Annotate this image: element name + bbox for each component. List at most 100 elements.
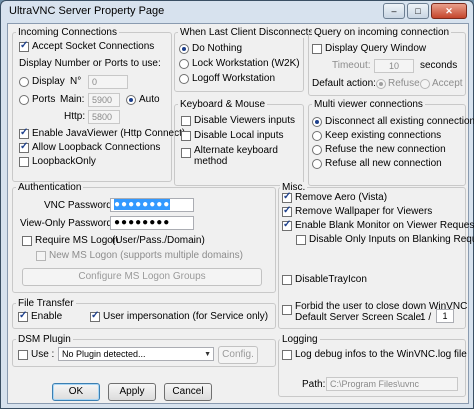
dsm-use-label: Use : <box>31 349 55 360</box>
refuse-label: Refuse <box>388 78 420 89</box>
vnc-password-value: ●●●●●●●● <box>114 199 171 210</box>
window-frame: UltraVNC Server Property Page – □ ✕ Inco… <box>0 0 474 409</box>
default-action-label: Default action: <box>312 78 376 89</box>
authentication-title: Authentication <box>16 182 84 193</box>
display-number-input[interactable]: 0 <box>88 75 128 89</box>
alternate-keyboard-checkbox[interactable] <box>181 148 191 158</box>
log-debug-checkbox[interactable] <box>282 350 292 360</box>
window-title: UltraVNC Server Property Page <box>9 5 165 17</box>
disable-only-inputs-checkbox[interactable] <box>296 235 306 245</box>
ports-radio-label: Ports <box>32 94 56 105</box>
display-number-label: N° <box>70 76 82 87</box>
disable-local-label: Disable Local inputs <box>194 130 284 141</box>
main-port-label: Main: <box>60 94 85 105</box>
disable-viewers-label: Disable Viewers inputs <box>194 115 295 126</box>
loopback-checkbox[interactable] <box>19 141 29 153</box>
refuse-new-radio[interactable] <box>312 145 322 155</box>
disconnect-all-label: Disconnect all existing connections <box>325 116 474 127</box>
ok-button[interactable]: OK <box>52 383 100 401</box>
disable-local-checkbox[interactable] <box>181 131 191 141</box>
blank-monitor-checkbox[interactable] <box>282 219 292 231</box>
javaviewer-label: Enable JavaViewer (Http Connect) <box>32 128 186 139</box>
new-ms-logon-label: New MS Logon (supports multiple domains) <box>49 250 243 261</box>
incoming-connections-title: Incoming Connections <box>16 27 119 38</box>
log-path-label: Path: <box>302 379 326 390</box>
plugin-dropdown[interactable]: No Plugin detected... ▼ <box>58 347 214 361</box>
dsm-use-checkbox[interactable] <box>18 350 28 360</box>
accept-socket-checkbox[interactable] <box>19 40 29 52</box>
property-page: Incoming Connections Accept Socket Conne… <box>7 23 474 404</box>
loopbackonly-checkbox[interactable] <box>19 157 29 167</box>
loopbackonly-label: LoopbackOnly <box>32 156 96 167</box>
http-port-input[interactable]: 5800 <box>88 110 120 124</box>
remove-aero-label: Remove Aero (Vista) <box>295 192 388 203</box>
disable-only-inputs-label: Disable Only Inputs on Blanking Request <box>309 234 474 245</box>
refuse-new-label: Refuse the new connection <box>325 144 446 155</box>
display-radio-label: Display <box>32 76 65 87</box>
keyboard-mouse-title: Keyboard & Mouse <box>178 99 268 110</box>
user-impersonation-checkbox[interactable] <box>90 310 100 322</box>
dsm-plugin-title: DSM Plugin <box>16 334 73 345</box>
ports-radio[interactable] <box>19 95 29 105</box>
close-button[interactable]: ✕ <box>431 3 467 19</box>
display-query-checkbox[interactable] <box>312 44 322 54</box>
display-query-label: Display Query Window <box>325 43 427 54</box>
viewonly-password-input[interactable]: ●●●●●●●● <box>110 216 194 230</box>
refuse-radio[interactable] <box>376 79 386 89</box>
vnc-password-label: VNC Password: <box>44 200 115 211</box>
timeout-input[interactable]: 10 <box>374 59 414 73</box>
file-transfer-enable-checkbox[interactable] <box>18 310 28 322</box>
scale-input[interactable]: 1 <box>436 309 454 323</box>
remove-aero-checkbox[interactable] <box>282 191 292 203</box>
remove-wallpaper-checkbox[interactable] <box>282 205 292 217</box>
disconnect-title: When Last Client Disconnects <box>178 27 316 38</box>
viewonly-password-label: View-Only Password: <box>20 218 115 229</box>
accept-radio[interactable] <box>420 79 430 89</box>
cancel-button[interactable]: Cancel <box>164 383 212 401</box>
javaviewer-checkbox[interactable] <box>19 127 29 139</box>
disable-tray-icon-checkbox[interactable] <box>282 275 292 285</box>
vnc-password-input[interactable]: ●●●●●●●● <box>110 198 194 212</box>
user-impersonation-label: User impersonation (for Service only) <box>103 311 269 322</box>
accept-socket-label: Accept Socket Connections <box>32 41 155 52</box>
file-transfer-title: File Transfer <box>16 298 76 309</box>
maximize-button[interactable]: □ <box>407 3 429 19</box>
auto-radio[interactable] <box>126 95 136 105</box>
keep-existing-radio[interactable] <box>312 131 322 141</box>
title-bar[interactable]: UltraVNC Server Property Page – □ ✕ <box>1 1 473 23</box>
plugin-dropdown-value: No Plugin detected... <box>62 349 146 359</box>
default-scale-label: Default Server Screen Scale: <box>295 312 424 323</box>
auto-radio-label: Auto <box>139 94 160 105</box>
keep-existing-label: Keep existing connections <box>325 130 442 141</box>
forbid-close-checkbox[interactable] <box>282 305 292 315</box>
accept-label: Accept <box>432 78 463 89</box>
disable-viewers-checkbox[interactable] <box>181 116 191 126</box>
main-port-input[interactable]: 5900 <box>88 93 120 107</box>
disconnect-all-radio[interactable] <box>312 117 322 127</box>
scale-prefix: 1 / <box>420 312 432 323</box>
log-debug-label: Log debug infos to the WinVNC.log file <box>295 349 467 360</box>
do-nothing-radio[interactable] <box>179 44 189 54</box>
configure-ms-logon-groups-button[interactable]: Configure MS Logon Groups <box>22 268 262 286</box>
require-ms-logon-checkbox[interactable] <box>22 236 32 246</box>
logoff-workstation-label: Logoff Workstation <box>192 73 276 84</box>
new-ms-logon-checkbox[interactable] <box>36 251 46 261</box>
logoff-workstation-radio[interactable] <box>179 74 189 84</box>
apply-button[interactable]: Apply <box>108 383 156 401</box>
dsm-config-button[interactable]: Config. <box>218 346 258 364</box>
refuse-all-radio[interactable] <box>312 159 322 169</box>
query-title: Query on incoming connection <box>312 27 452 38</box>
timeout-label: Timeout: <box>332 60 371 71</box>
minimize-button[interactable]: – <box>383 3 405 19</box>
display-radio[interactable] <box>19 77 29 87</box>
refuse-all-label: Refuse all new connection <box>325 158 442 169</box>
multiviewer-title: Multi viewer connections <box>312 99 425 110</box>
remove-wallpaper-label: Remove Wallpaper for Viewers <box>295 206 433 217</box>
loopback-label: Allow Loopback Connections <box>32 142 161 153</box>
blank-monitor-label: Enable Blank Monitor on Viewer Request <box>295 220 474 231</box>
lock-workstation-radio[interactable] <box>179 59 189 69</box>
log-path-input[interactable]: C:\Program Files\uvnc bvba\UltraVNC <box>326 377 458 391</box>
require-ms-logon-note: (User/Pass./Domain) <box>112 235 205 246</box>
file-transfer-enable-label: Enable <box>31 311 63 322</box>
require-ms-logon-label: Require MS Logon <box>35 235 119 246</box>
